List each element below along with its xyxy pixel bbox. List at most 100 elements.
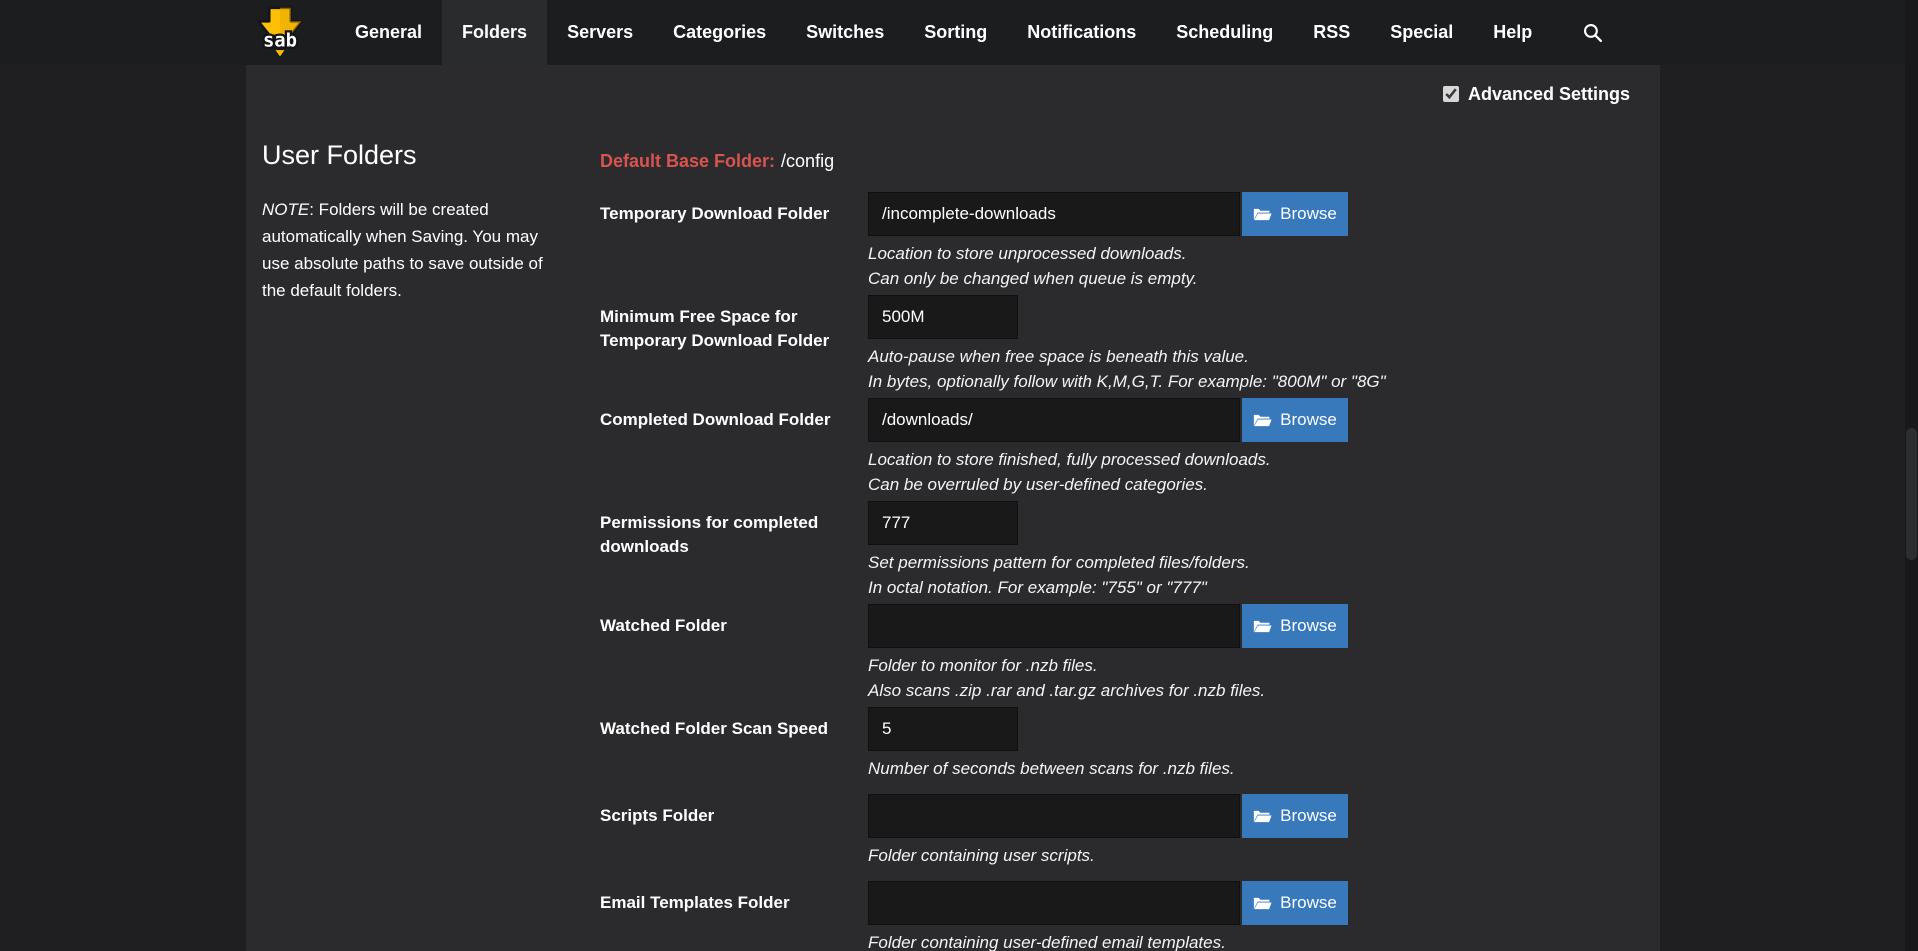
- field-label: Email Templates Folder: [600, 881, 850, 951]
- nav-item-help[interactable]: Help: [1473, 0, 1552, 65]
- permissions-for-completed-downloads-input[interactable]: [868, 501, 1018, 545]
- scrollbar-track[interactable]: [1905, 0, 1918, 951]
- help-line: Location to store finished, fully proces…: [868, 447, 1630, 472]
- nav-item-special[interactable]: Special: [1370, 0, 1473, 65]
- help-line: Folder containing user-defined email tem…: [868, 930, 1630, 951]
- browse-button-label: Browse: [1280, 616, 1337, 636]
- help-line: Can only be changed when queue is empty.: [868, 266, 1630, 291]
- form-row-email-templates-folder: Email Templates Folder Browse Folder con…: [600, 881, 1630, 951]
- field-controls: Browse Folder containing user scripts.: [868, 794, 1630, 877]
- folder-open-icon: [1253, 207, 1272, 222]
- email-templates-folder-browse-button[interactable]: Browse: [1242, 881, 1348, 925]
- form-row-completed-download-folder: Completed Download Folder Browse Locatio…: [600, 398, 1630, 497]
- page-background: Advanced Settings User Folders NOTE: Fol…: [0, 65, 1918, 951]
- input-line: Browse: [868, 794, 1630, 838]
- field-label: Minimum Free Space for Temporary Downloa…: [600, 295, 850, 394]
- field-controls: Browse Folder containing user-defined em…: [868, 881, 1630, 951]
- section-note: NOTE: Folders will be created automatica…: [262, 196, 567, 304]
- browse-button-label: Browse: [1280, 806, 1337, 826]
- help-line: In bytes, optionally follow with K,M,G,T…: [868, 369, 1630, 394]
- field-controls: Browse Location to store finished, fully…: [868, 398, 1630, 497]
- input-line: Browse: [868, 604, 1630, 648]
- field-label: Temporary Download Folder: [600, 192, 850, 291]
- help-line: Number of seconds between scans for .nzb…: [868, 756, 1630, 781]
- input-line: Browse: [868, 881, 1630, 925]
- scrollbar-thumb[interactable]: [1906, 428, 1917, 560]
- nav-item-general[interactable]: General: [335, 0, 442, 65]
- nav-item-sorting[interactable]: Sorting: [904, 0, 1007, 65]
- nav-item-notifications[interactable]: Notifications: [1007, 0, 1156, 65]
- nav-item-rss[interactable]: RSS: [1293, 0, 1370, 65]
- watched-folder-input[interactable]: [868, 604, 1240, 648]
- form-row-temporary-download-folder: Temporary Download Folder Browse Locatio…: [600, 192, 1630, 291]
- default-base-folder: Default Base Folder: /config: [600, 151, 1630, 172]
- default-base-folder-value: /config: [781, 151, 834, 171]
- nav-item-switches[interactable]: Switches: [786, 0, 904, 65]
- scripts-folder-input[interactable]: [868, 794, 1240, 838]
- browse-button-label: Browse: [1280, 204, 1337, 224]
- help-line: Set permissions pattern for completed fi…: [868, 550, 1630, 575]
- field-help: Location to store unprocessed downloads.…: [868, 241, 1630, 291]
- browse-button-label: Browse: [1280, 410, 1337, 430]
- help-line: Folder to monitor for .nzb files.: [868, 653, 1630, 678]
- advanced-settings-checkbox[interactable]: [1443, 86, 1459, 102]
- help-line: In octal notation. For example: "755" or…: [868, 575, 1630, 600]
- page-title: User Folders: [262, 140, 567, 171]
- nav-item-servers[interactable]: Servers: [547, 0, 653, 65]
- field-controls: Browse Location to store unprocessed dow…: [868, 192, 1630, 291]
- field-label: Watched Folder: [600, 604, 850, 703]
- folder-open-icon: [1253, 809, 1272, 824]
- minimum-free-space-input[interactable]: [868, 295, 1018, 339]
- field-help: Set permissions pattern for completed fi…: [868, 550, 1630, 600]
- watched-folder-scan-speed-input[interactable]: [868, 707, 1018, 751]
- help-line: Can be overruled by user-defined categor…: [868, 472, 1630, 497]
- svg-text:sab: sab: [263, 29, 297, 51]
- sab-arrow-icon: sab: [253, 4, 307, 62]
- completed-download-folder-input[interactable]: [868, 398, 1240, 442]
- form-row-scripts-folder: Scripts Folder Browse Folder containing …: [600, 794, 1630, 877]
- form-row-watched-folder: Watched Folder Browse Folder to monitor …: [600, 604, 1630, 703]
- form-row-permissions-for-completed-downloads: Permissions for completed downloads Set …: [600, 501, 1630, 600]
- browse-button-label: Browse: [1280, 893, 1337, 913]
- default-base-folder-label: Default Base Folder:: [600, 151, 775, 171]
- temporary-download-folder-browse-button[interactable]: Browse: [1242, 192, 1348, 236]
- field-controls: Browse Folder to monitor for .nzb files.…: [868, 604, 1630, 703]
- field-help: Folder to monitor for .nzb files.Also sc…: [868, 653, 1630, 703]
- nav-item-folders[interactable]: Folders: [442, 0, 547, 65]
- help-line: Location to store unprocessed downloads.: [868, 241, 1630, 266]
- watched-folder-browse-button[interactable]: Browse: [1242, 604, 1348, 648]
- folder-open-icon: [1253, 896, 1272, 911]
- folder-open-icon: [1253, 619, 1272, 634]
- field-controls: Set permissions pattern for completed fi…: [868, 501, 1630, 600]
- note-prefix: NOTE: [262, 200, 309, 219]
- input-line: [868, 295, 1630, 339]
- nav-item-scheduling[interactable]: Scheduling: [1156, 0, 1293, 65]
- field-label: Completed Download Folder: [600, 398, 850, 497]
- input-line: Browse: [868, 192, 1630, 236]
- scripts-folder-browse-button[interactable]: Browse: [1242, 794, 1348, 838]
- nav-item-categories[interactable]: Categories: [653, 0, 786, 65]
- top-navbar: sab GeneralFoldersServersCategoriesSwitc…: [0, 0, 1918, 65]
- completed-download-folder-browse-button[interactable]: Browse: [1242, 398, 1348, 442]
- field-help: Folder containing user scripts.: [868, 843, 1630, 868]
- field-label: Watched Folder Scan Speed: [600, 707, 850, 790]
- section-intro: User Folders NOTE: Folders will be creat…: [262, 107, 600, 951]
- sabnzbd-logo[interactable]: sab: [253, 0, 307, 65]
- temporary-download-folder-input[interactable]: [868, 192, 1240, 236]
- form-row-watched-folder-scan-speed: Watched Folder Scan Speed Number of seco…: [600, 707, 1630, 790]
- search-icon: [1582, 22, 1603, 43]
- input-line: Browse: [868, 398, 1630, 442]
- form-row-minimum-free-space: Minimum Free Space for Temporary Downloa…: [600, 295, 1630, 394]
- field-help: Location to store finished, fully proces…: [868, 447, 1630, 497]
- content-area: User Folders NOTE: Folders will be creat…: [262, 107, 1630, 951]
- help-line: Auto-pause when free space is beneath th…: [868, 344, 1630, 369]
- field-label: Permissions for completed downloads: [600, 501, 850, 600]
- email-templates-folder-input[interactable]: [868, 881, 1240, 925]
- search-button[interactable]: [1564, 0, 1621, 65]
- advanced-settings-label: Advanced Settings: [1468, 84, 1630, 105]
- field-controls: Number of seconds between scans for .nzb…: [868, 707, 1630, 790]
- input-line: [868, 501, 1630, 545]
- advanced-settings-row: Advanced Settings: [262, 81, 1630, 107]
- field-label: Scripts Folder: [600, 794, 850, 877]
- help-line: Also scans .zip .rar and .tar.gz archive…: [868, 678, 1630, 703]
